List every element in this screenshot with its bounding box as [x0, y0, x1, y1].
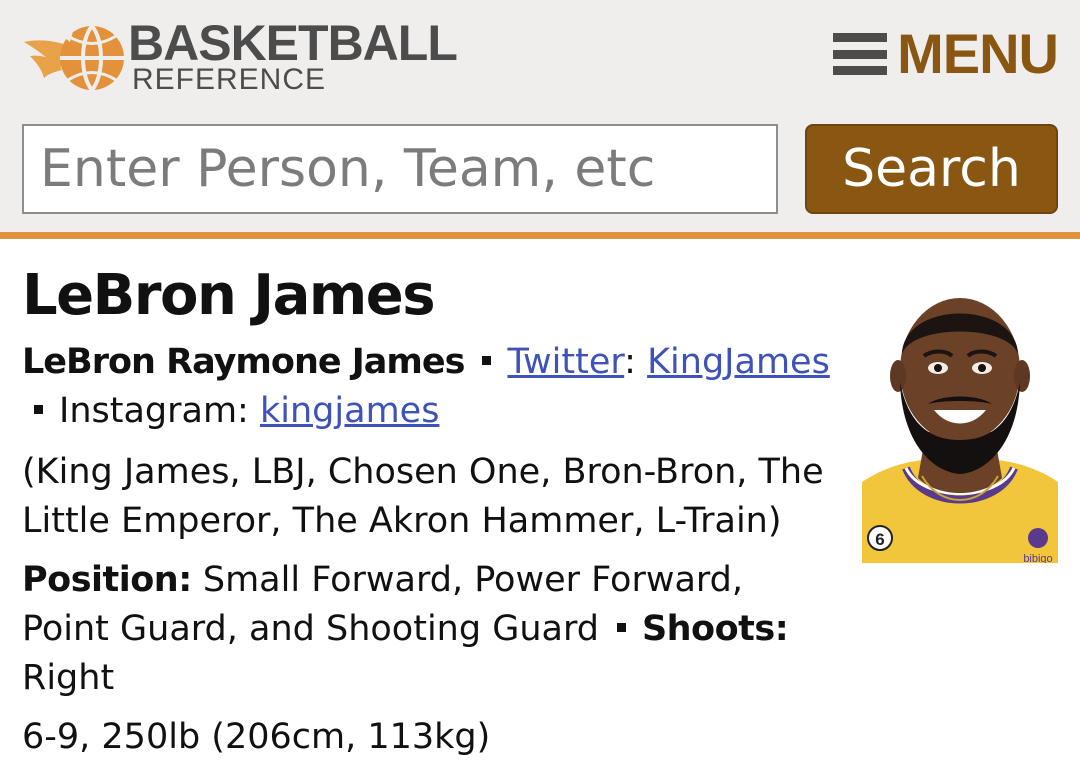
menu-button[interactable]: MENU [833, 22, 1059, 86]
menu-label: MENU [897, 22, 1059, 85]
basketball-logo-icon [24, 24, 124, 92]
bullet-separator [482, 355, 492, 365]
player-nicknames: (King James, LBJ, Chosen One, Bron-Bron,… [22, 452, 824, 541]
player-headshot: 6 bibigo [862, 272, 1058, 563]
player-measurements: 6-9, 250lb (206cm, 113kg) [22, 717, 491, 757]
site-header: BASKETBALL REFERENCE MENU Search [0, 0, 1080, 232]
search-input[interactable] [22, 124, 778, 214]
instagram-label: Instagram: [59, 391, 249, 431]
site-logo[interactable]: BASKETBALL REFERENCE [22, 15, 482, 96]
search-button[interactable]: Search [805, 124, 1058, 214]
player-social-line: LeBron Raymone James Twitter: KingJames In… [22, 338, 832, 436]
header-divider [0, 232, 1080, 239]
shoots-value: Right [22, 658, 115, 698]
twitter-colon: : [624, 342, 648, 382]
bullet-separator [34, 404, 43, 414]
player-full-name: LeBron Raymone James [22, 342, 465, 382]
logo-wordmark-top: BASKETBALL [128, 15, 458, 71]
jersey-number: 6 [875, 530, 884, 549]
bullet-separator [616, 622, 626, 632]
instagram-handle-link[interactable]: kingjames [260, 391, 439, 431]
hamburger-menu-icon [833, 29, 888, 79]
player-info: LeBron James LeBron Raymone James Twitter… [22, 262, 832, 762]
player-headshot-image: 6 bibigo [862, 298, 1058, 563]
twitter-link[interactable]: Twitter [507, 342, 624, 382]
jersey-sponsor: bibigo [1023, 553, 1052, 563]
player-position-line: Position: Small Forward, Power Forward, … [22, 556, 832, 703]
position-label: Position: [22, 560, 192, 600]
twitter-handle-link[interactable]: KingJames [647, 342, 830, 382]
page-title: LeBron James [22, 263, 436, 328]
logo-wordmark-bottom: REFERENCE [132, 63, 327, 96]
shoots-label: Shoots: [641, 609, 789, 649]
